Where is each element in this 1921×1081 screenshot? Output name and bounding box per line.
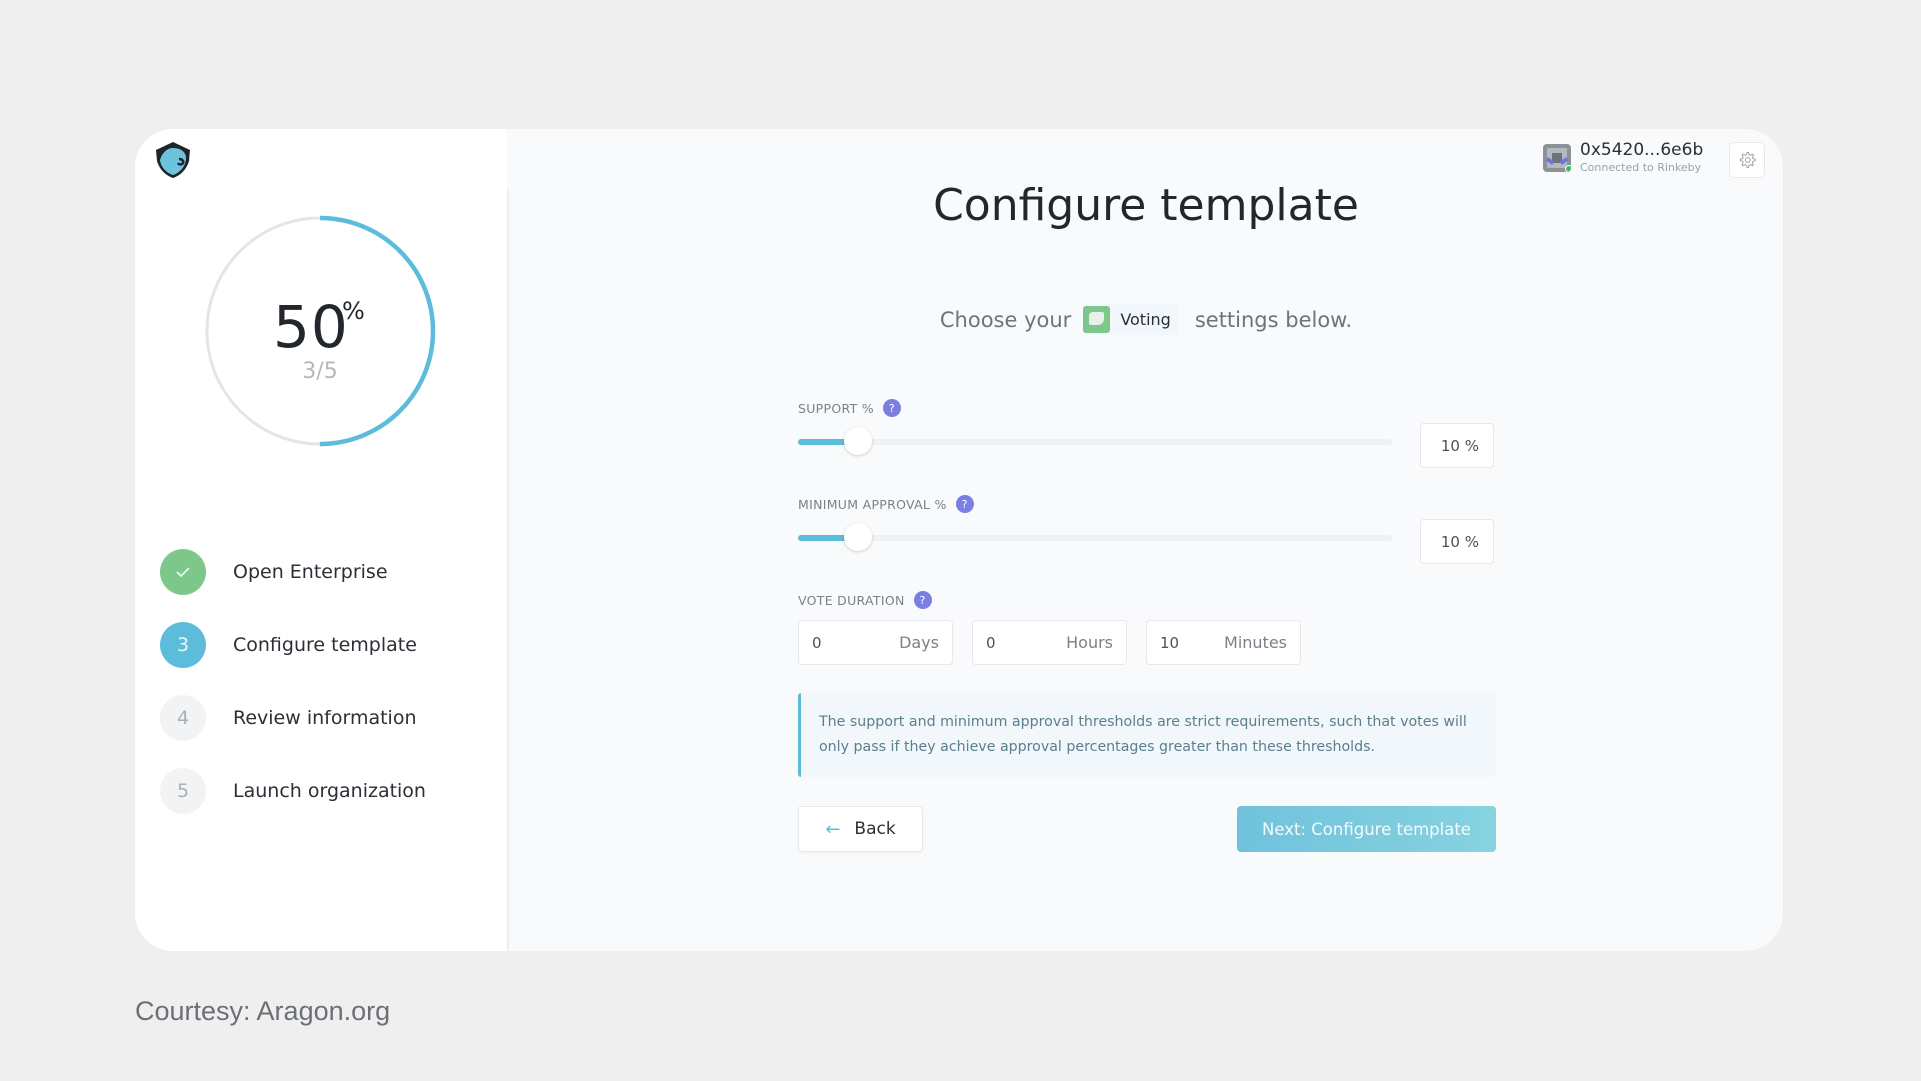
onboarding-card: 50 % 3/5 Open Enterprise 3 Configure tem… <box>135 129 1783 951</box>
step-number: 3 <box>160 622 206 668</box>
network-status: Connected to Rinkeby <box>1580 161 1702 174</box>
step-review-information[interactable]: 4 Review information <box>160 695 480 741</box>
vote-duration-label-text: VOTE DURATION <box>798 592 905 608</box>
account-address: 0x5420...6e6b <box>1580 140 1704 160</box>
connected-status-dot <box>1565 164 1571 172</box>
voting-app-icon <box>1083 306 1111 333</box>
subtitle-after: settings below. <box>1194 307 1353 332</box>
min-approval-value-input[interactable]: 10 % <box>1420 519 1494 564</box>
days-unit: Days <box>899 633 939 652</box>
step-configure-template[interactable]: 3 Configure template <box>160 622 480 668</box>
hours-input[interactable]: 0 Hours <box>972 620 1127 665</box>
page-title: Configure template <box>933 180 1359 231</box>
app-badge-label: Voting <box>1120 310 1171 329</box>
courtesy-caption: Courtesy: Aragon.org <box>135 996 391 1026</box>
arrow-left-icon: ← <box>825 818 841 840</box>
step-label: Review information <box>233 707 417 729</box>
progress-percent-sign: % <box>342 297 365 325</box>
step-launch-organization[interactable]: 5 Launch organization <box>160 768 480 814</box>
step-label: Open Enterprise <box>233 561 388 583</box>
progress-percent: 50 <box>273 293 349 361</box>
min-approval-slider[interactable] <box>798 523 1393 553</box>
slider-thumb[interactable] <box>843 523 872 551</box>
step-number: 5 <box>160 768 206 814</box>
gear-icon <box>1739 152 1756 168</box>
progress-step-count: 3/5 <box>302 359 338 384</box>
hours-unit: Hours <box>1066 633 1113 652</box>
hours-value: 0 <box>986 633 996 652</box>
account-badge[interactable]: 0x5420...6e6b Connected to Rinkeby <box>1543 142 1703 173</box>
step-label: Launch organization <box>233 780 426 802</box>
identicon-icon <box>1543 143 1571 172</box>
progress-ring: 50 % 3/5 <box>202 213 438 449</box>
slider-track <box>798 535 1393 541</box>
step-label: Configure template <box>233 634 417 656</box>
vote-duration-label: VOTE DURATION ? <box>798 591 932 609</box>
min-approval-label: MINIMUM APPROVAL % ? <box>798 495 974 513</box>
page-subtitle: Choose your Voting settings below. <box>509 304 1783 335</box>
minutes-value: 10 <box>1160 633 1180 652</box>
back-button[interactable]: ← Back <box>798 806 923 852</box>
support-label: SUPPORT % ? <box>798 399 901 417</box>
step-open-enterprise[interactable]: Open Enterprise <box>160 549 480 595</box>
app-badge: Voting <box>1083 304 1179 335</box>
help-icon[interactable]: ? <box>955 495 974 513</box>
minutes-input[interactable]: 10 Minutes <box>1146 620 1301 665</box>
check-icon <box>160 549 206 595</box>
slider-thumb[interactable] <box>843 427 872 455</box>
settings-button[interactable] <box>1729 142 1765 178</box>
aragon-logo-icon <box>156 142 190 178</box>
support-value-input[interactable]: 10 % <box>1420 423 1494 468</box>
min-approval-label-text: MINIMUM APPROVAL % <box>798 496 947 512</box>
days-input[interactable]: 0 Days <box>798 620 953 665</box>
support-label-text: SUPPORT % <box>798 400 874 416</box>
help-icon[interactable]: ? <box>913 591 932 609</box>
slider-track <box>798 439 1393 445</box>
subtitle-before: Choose your <box>939 307 1072 332</box>
support-slider[interactable] <box>798 427 1393 457</box>
back-button-label: Back <box>854 819 896 839</box>
threshold-info-box: The support and minimum approval thresho… <box>798 693 1496 777</box>
minutes-unit: Minutes <box>1224 633 1287 652</box>
help-icon[interactable]: ? <box>882 399 901 417</box>
sidebar: 50 % 3/5 Open Enterprise 3 Configure tem… <box>135 129 507 951</box>
next-button[interactable]: Next: Configure template <box>1237 806 1496 852</box>
step-number: 4 <box>160 695 206 741</box>
days-value: 0 <box>812 633 822 652</box>
